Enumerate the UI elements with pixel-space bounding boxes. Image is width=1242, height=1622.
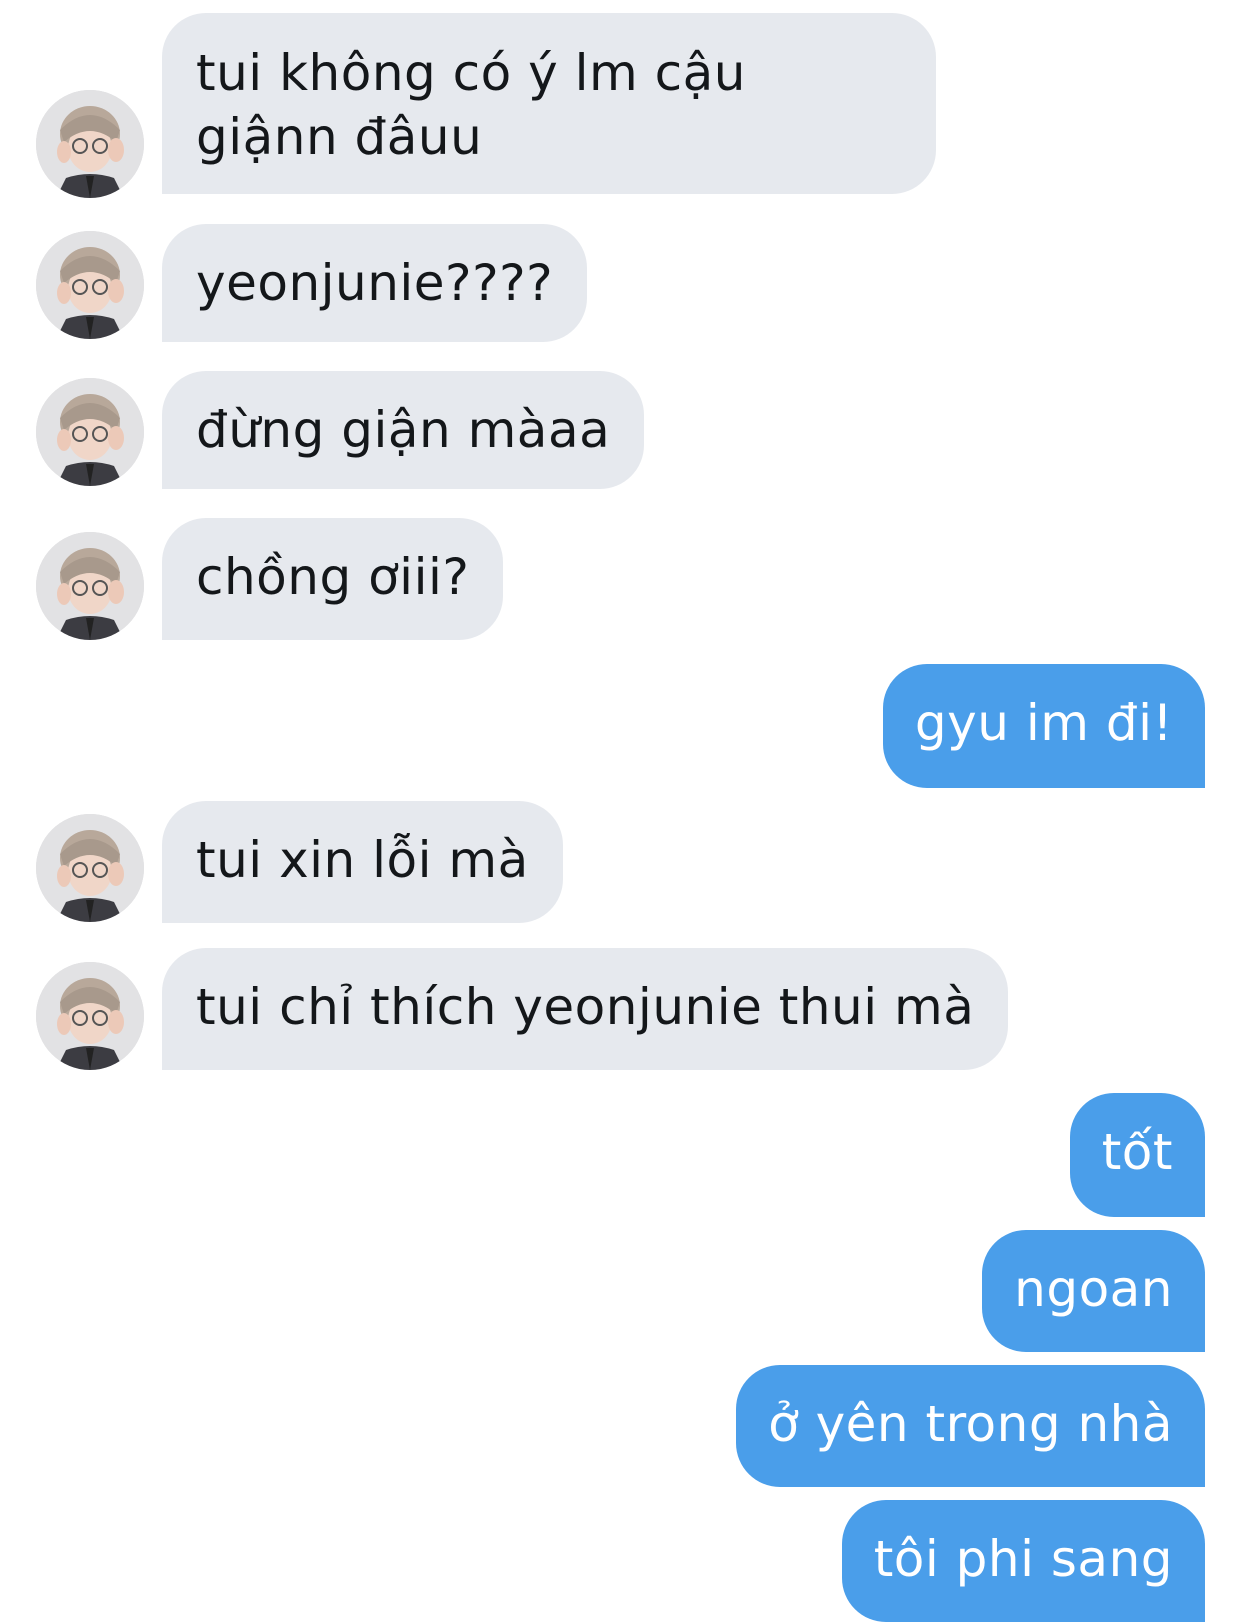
sender-avatar[interactable] xyxy=(36,231,144,339)
message-bubble-incoming[interactable]: tui không có ý lm cậu giậnn đâuu xyxy=(162,13,936,194)
message-bubble-incoming[interactable]: tui chỉ thích yeonjunie thui mà xyxy=(162,948,1009,1070)
message-bubble-outgoing[interactable]: tốt xyxy=(1069,1093,1205,1217)
message-bubble-incoming[interactable]: chồng ơiii? xyxy=(162,518,504,640)
message-bubble-outgoing[interactable]: tôi phi sang xyxy=(841,1500,1205,1622)
message-bubble-incoming[interactable]: yeonjunie???? xyxy=(162,224,588,342)
message-bubble-incoming[interactable]: đừng giận màaa xyxy=(162,371,645,489)
avatar-photo-icon xyxy=(36,532,144,640)
avatar-photo-icon xyxy=(36,378,144,486)
message-bubble-outgoing[interactable]: ở yên trong nhà xyxy=(736,1365,1205,1487)
sender-avatar[interactable] xyxy=(36,814,144,922)
sender-avatar[interactable] xyxy=(36,962,144,1070)
sender-avatar[interactable] xyxy=(36,378,144,486)
message-bubble-incoming[interactable]: tui xin lỗi mà xyxy=(162,801,563,923)
avatar-photo-icon xyxy=(36,90,144,198)
avatar-photo-icon xyxy=(36,962,144,1070)
avatar-photo-icon xyxy=(36,231,144,339)
sender-avatar[interactable] xyxy=(36,90,144,198)
message-bubble-outgoing[interactable]: ngoan xyxy=(982,1230,1205,1352)
message-bubble-outgoing[interactable]: gyu im đi! xyxy=(882,664,1205,788)
sender-avatar[interactable] xyxy=(36,532,144,640)
avatar-photo-icon xyxy=(36,814,144,922)
